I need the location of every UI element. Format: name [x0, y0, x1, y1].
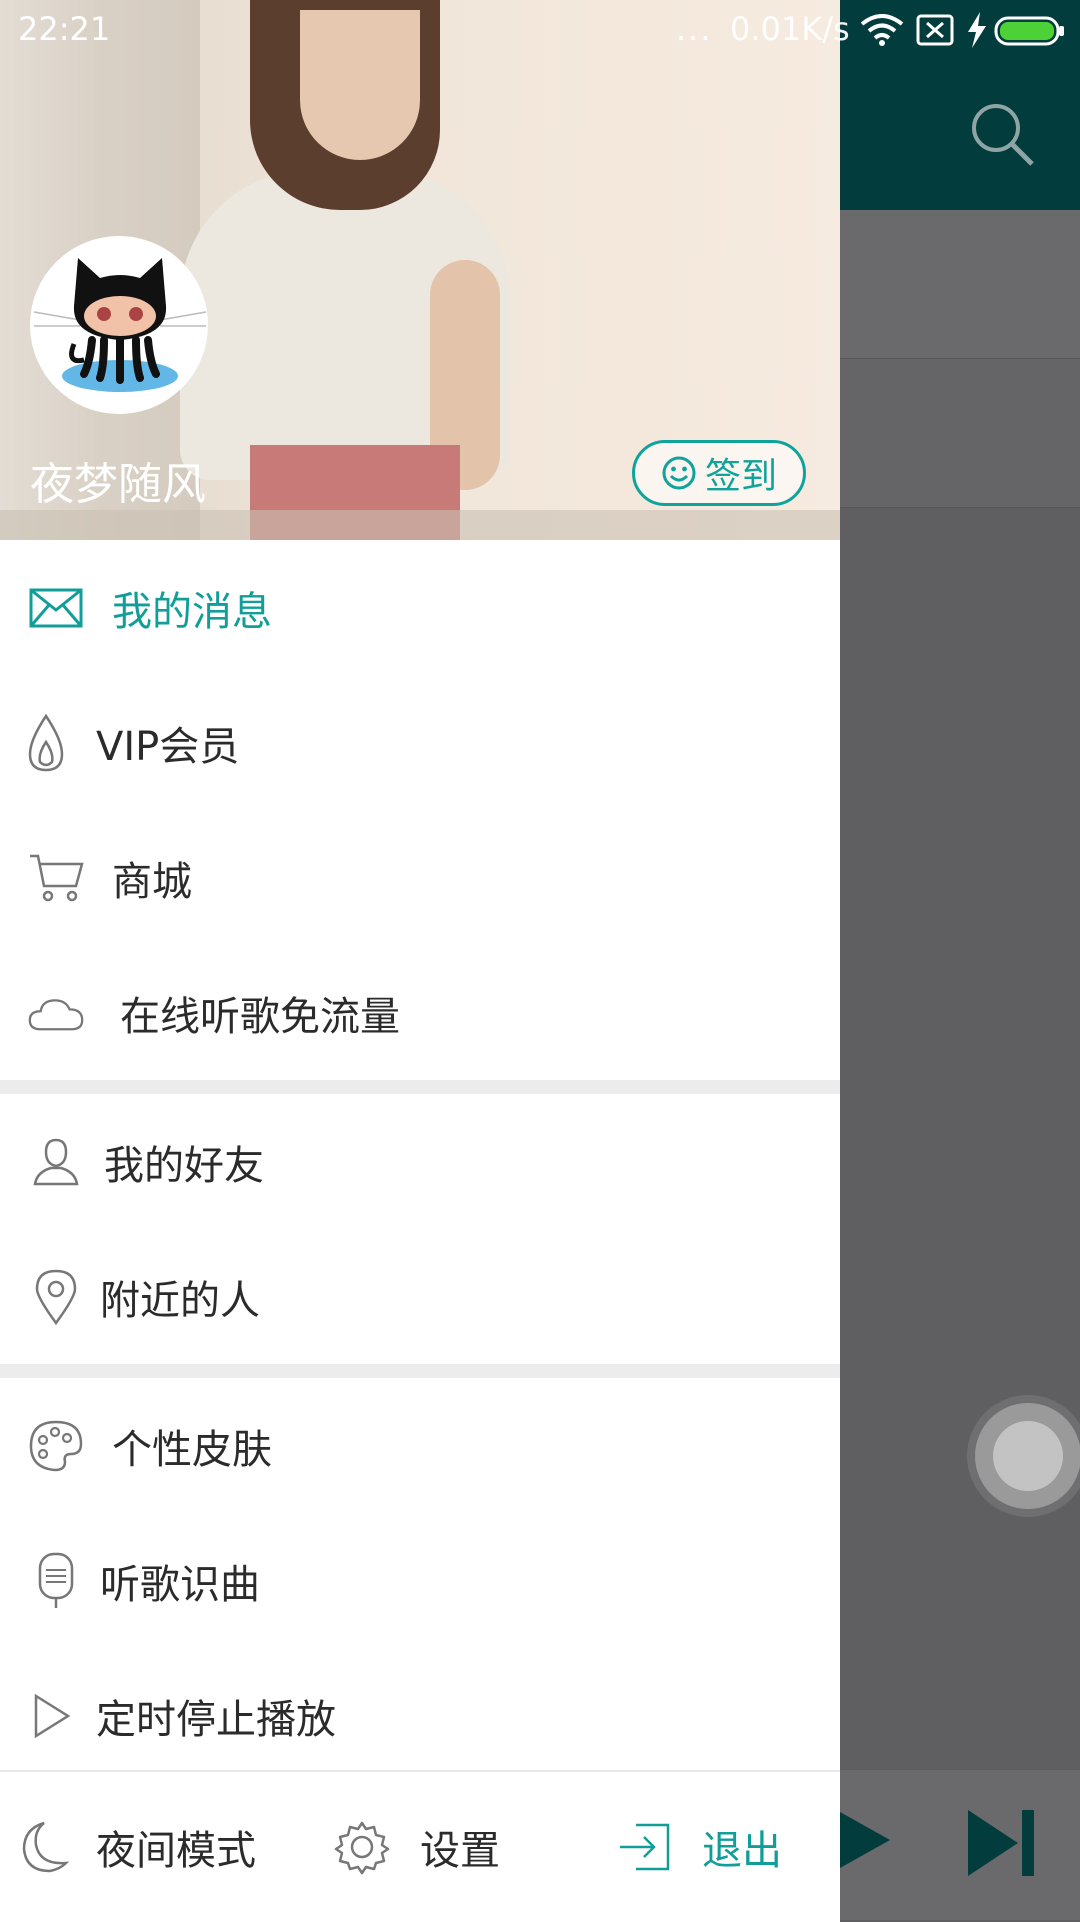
cloud-icon [28, 985, 84, 1041]
menu-label-messages: 我的消息 [112, 588, 272, 635]
night-mode-label: 夜间模式 [96, 1828, 256, 1874]
floating-button[interactable] [975, 1403, 1080, 1509]
gear-icon [334, 1821, 390, 1875]
moon-icon [22, 1821, 70, 1873]
status-bar: 22:21 ... 0.01K/s [0, 0, 1080, 62]
menu-label-free-data: 在线听歌免流量 [120, 993, 400, 1040]
octocat-avatar-icon [33, 258, 207, 392]
smiley-icon [662, 456, 696, 490]
person-icon [28, 1134, 84, 1190]
logout-icon [620, 1823, 670, 1871]
username: 夜梦随风 [30, 459, 206, 510]
envelope-icon [28, 580, 84, 636]
drawer-bottom-bar: 夜间模式 设置 退出 [0, 1770, 840, 1922]
exit-label: 退出 [702, 1828, 782, 1874]
microphone-icon [28, 1552, 84, 1609]
menu-item-nearby[interactable]: 附近的人 [0, 1229, 840, 1364]
palette-icon [28, 1418, 84, 1474]
night-mode-button[interactable]: 夜间模式 [14, 1772, 256, 1922]
battery-icon [994, 16, 1064, 46]
next-track-icon[interactable] [968, 1810, 1040, 1876]
menu-item-sleep-timer[interactable]: 定时停止播放 [0, 1648, 840, 1783]
exit-button[interactable]: 退出 [616, 1772, 782, 1922]
menu-label-music-recognition: 听歌识曲 [100, 1561, 260, 1608]
status-time: 22:21 [18, 10, 111, 48]
play-outline-icon [24, 1688, 80, 1744]
section-divider [0, 1364, 840, 1378]
avatar[interactable] [30, 236, 208, 414]
menu-label-store: 商城 [112, 858, 192, 905]
location-pin-icon [28, 1269, 84, 1325]
menu-item-store[interactable]: 商城 [0, 810, 840, 945]
settings-label: 设置 [420, 1828, 500, 1874]
notification-dots: ... [676, 10, 713, 48]
menu-item-skins[interactable]: 个性皮肤 [0, 1378, 840, 1513]
wifi-icon [860, 14, 904, 46]
charging-icon [968, 12, 986, 48]
no-sim-icon [916, 14, 954, 46]
network-speed: 0.01K/s [730, 10, 850, 48]
menu-label-vip: VIP会员 [96, 723, 240, 770]
flame-icon [18, 713, 74, 771]
menu-label-skins: 个性皮肤 [112, 1426, 272, 1473]
menu-label-nearby: 附近的人 [100, 1277, 260, 1324]
menu-label-sleep-timer: 定时停止播放 [96, 1696, 336, 1743]
play-icon[interactable] [840, 1812, 890, 1868]
menu-item-vip[interactable]: VIP会员 [0, 675, 840, 810]
navigation-drawer: 夜梦随风 签到 我的消息 VIP会员 商城 在线听歌免流量 我的好友 附近的人 … [0, 0, 840, 1922]
drawer-menu: 我的消息 VIP会员 商城 在线听歌免流量 我的好友 附近的人 个性皮肤 听歌识… [0, 540, 840, 1783]
profile-header: 夜梦随风 签到 [0, 0, 840, 540]
section-divider [0, 1080, 840, 1094]
menu-item-friends[interactable]: 我的好友 [0, 1094, 840, 1229]
cart-icon [28, 850, 84, 906]
search-icon[interactable] [968, 100, 1038, 170]
menu-item-free-data[interactable]: 在线听歌免流量 [0, 945, 840, 1080]
settings-button[interactable]: 设置 [334, 1772, 500, 1922]
signin-button[interactable]: 签到 [632, 440, 806, 506]
menu-item-music-recognition[interactable]: 听歌识曲 [0, 1513, 840, 1648]
signin-label: 签到 [704, 456, 777, 497]
menu-label-friends: 我的好友 [104, 1142, 264, 1189]
menu-item-messages[interactable]: 我的消息 [0, 540, 840, 675]
